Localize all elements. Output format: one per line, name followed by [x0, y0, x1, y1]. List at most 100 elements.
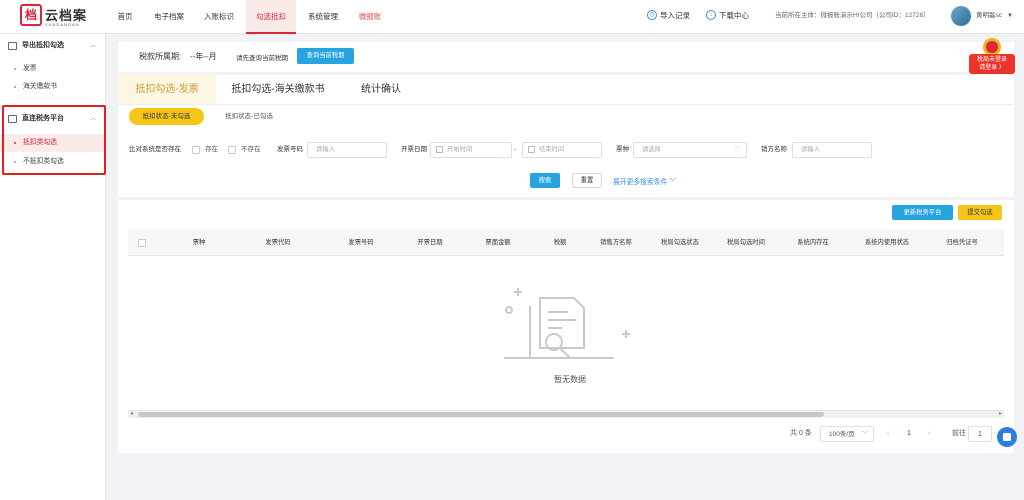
next-page-icon[interactable]: ›	[928, 426, 930, 442]
calendar-icon	[436, 146, 443, 153]
seller-input[interactable]: 请输入	[792, 142, 872, 158]
not-exists-checkbox[interactable]	[228, 146, 236, 154]
col-code: 发票代码	[265, 239, 291, 246]
empty-state-icon	[504, 288, 630, 359]
pager-total: 共 0 条	[790, 430, 812, 437]
period-bar: 税款所属期: --年--月 请先查询当前税期 查询当前税期	[118, 42, 1014, 72]
chevron-down-icon: ﹀	[733, 147, 740, 153]
chevron-up-icon: ︿	[89, 43, 96, 49]
col-date: 开票日期	[417, 239, 443, 246]
sidebar-item-invoice[interactable]: 发票	[0, 60, 106, 78]
printer-icon	[8, 42, 17, 50]
scroll-right-icon[interactable]: ▸	[999, 410, 1002, 417]
goto-label: 前往	[952, 430, 966, 437]
nav-system-admin[interactable]: 系统管理	[300, 0, 346, 34]
sidebar-item-label: 海关缴款书	[23, 83, 57, 90]
expand-filters-label: 展开更多搜索条件	[613, 179, 668, 186]
goto-page-input[interactable]: 1	[968, 426, 992, 442]
period-hint: 请先查询当前税期	[236, 55, 288, 62]
empty-state-text: 暂无数据	[554, 375, 586, 384]
tab-invoice[interactable]: 抵扣勾选-发票	[118, 75, 216, 105]
clock-icon: ◷	[647, 10, 657, 21]
logo-subtext: YUNDANGAN	[45, 22, 80, 27]
badge-line1: 税局未登录	[976, 57, 1007, 63]
date-start-input[interactable]: 开始时间	[430, 142, 512, 158]
logo-mark: 档	[20, 4, 42, 26]
caret-down-icon[interactable]: ▼	[1007, 0, 1013, 32]
col-type: 票种	[192, 239, 206, 246]
status-checked-pill[interactable]: 抵扣状态-已勾选	[213, 108, 285, 125]
seller-label: 销方名称	[761, 146, 787, 153]
page-size-value: 100条/页	[829, 431, 855, 438]
type-label: 票种	[616, 146, 629, 153]
date-end-placeholder: 结束时间	[539, 146, 565, 153]
col-exists: 系统内存在	[797, 239, 829, 246]
app-logo[interactable]: 档 云档案 YUNDANGAN	[20, 4, 90, 30]
sidebar: 导出抵扣勾选 ︿ 发票 海关缴款书 直连税务平台 ︿ 抵扣类勾选 不抵扣类勾选	[0, 34, 106, 500]
chevron-down-icon: ﹀	[669, 179, 677, 186]
sidebar-item-customs[interactable]: 海关缴款书	[0, 78, 106, 96]
nav-entry-mark[interactable]: 入账标识	[196, 0, 242, 34]
invoice-no-label: 发票号码	[277, 146, 303, 153]
scroll-left-icon[interactable]: ◂	[130, 410, 133, 417]
tax-login-badge[interactable]: 税局未登录 请登录 〉	[969, 36, 1015, 76]
status-unchecked-pill[interactable]: 抵扣状态-未勾选	[129, 108, 204, 125]
import-records-link[interactable]: ◷ 导入记录	[647, 0, 690, 34]
date-end-input[interactable]: 结束时间	[522, 142, 602, 158]
select-all-checkbox[interactable]	[138, 239, 146, 247]
refresh-tax-platform-button[interactable]: 更新税务平台	[892, 205, 953, 220]
search-button[interactable]: 搜索	[530, 173, 560, 188]
invoice-no-input[interactable]: 请输入	[307, 142, 387, 158]
user-name[interactable]: 黄明磊sc	[976, 0, 1002, 32]
nav-deduction-check[interactable]: 勾选抵扣	[246, 0, 296, 34]
col-tax-time: 税局勾选时间	[727, 239, 765, 246]
not-exists-option-label: 不存在	[241, 146, 261, 153]
nav-expense[interactable]: 微报账	[350, 0, 390, 34]
chevron-down-icon: ﹀	[861, 431, 869, 438]
type-select[interactable]: 请选择 ﹀	[633, 142, 747, 158]
col-voucher: 归档凭证号	[946, 239, 978, 246]
exists-label: 比对系统是否存在	[129, 146, 181, 153]
current-entity: 当前所在主体：微报账演示HI公司（公司ID：12726）	[775, 12, 930, 19]
download-center-link[interactable]: ↓ 下载中心	[706, 0, 749, 34]
bullet-icon	[14, 68, 16, 70]
expand-filters-link[interactable]: 展开更多搜索条件 ﹀	[613, 176, 676, 186]
nav-e-archive[interactable]: 电子档案	[146, 0, 192, 34]
download-center-label: 下载中心	[719, 11, 749, 20]
col-usage: 系统内使用状态	[864, 239, 910, 246]
sidebar-group-export[interactable]: 导出抵扣勾选 ︿	[0, 34, 106, 58]
date-separator: -	[514, 146, 517, 153]
tab-statistics[interactable]: 统计确认	[340, 75, 422, 105]
date-start-placeholder: 开始时间	[447, 146, 473, 153]
bullet-icon	[14, 86, 16, 88]
table-header: 票种 发票代码 发票号码 开票日期 票面金额 税额 销售方名称 税局勾选状态 税…	[128, 230, 1004, 256]
page-size-select[interactable]: 100条/页 ﹀	[820, 426, 874, 442]
floating-action-button[interactable]	[997, 427, 1017, 447]
type-placeholder: 请选择	[642, 146, 661, 153]
scrollbar-thumb[interactable]	[138, 412, 824, 417]
page-number[interactable]: 1	[907, 426, 911, 442]
query-period-button[interactable]: 查询当前税期	[297, 48, 354, 64]
import-records-label: 导入记录	[660, 11, 690, 20]
reset-button[interactable]: 重置	[572, 173, 602, 188]
date-label: 开票日期	[401, 146, 427, 153]
tab-customs[interactable]: 抵扣勾选-海关缴款书	[222, 75, 334, 105]
col-tax: 税额	[553, 239, 567, 246]
exists-checkbox[interactable]	[192, 146, 200, 154]
badge-line2: 请登录 〉	[979, 65, 1005, 71]
download-icon: ↓	[706, 10, 716, 21]
calendar-icon	[528, 146, 535, 153]
highlight-box	[2, 105, 106, 175]
submit-check-button[interactable]: 提交勾选	[958, 205, 1002, 220]
col-tax-status: 税局勾选状态	[661, 239, 699, 246]
col-number: 发票号码	[348, 239, 374, 246]
prev-page-icon[interactable]: ‹	[887, 426, 889, 442]
top-nav: 档 云档案 YUNDANGAN 首页 电子档案 入账标识 勾选抵扣 系统管理 微…	[0, 0, 1024, 34]
avatar[interactable]	[951, 6, 971, 26]
period-label: 税款所属期:	[139, 52, 182, 61]
horizontal-scrollbar[interactable]: ◂ ▸	[128, 410, 1004, 418]
nav-home[interactable]: 首页	[110, 0, 140, 34]
exists-option-label: 存在	[205, 146, 218, 153]
col-amount: 票面金额	[485, 239, 511, 246]
period-value: --年--月	[190, 52, 217, 61]
